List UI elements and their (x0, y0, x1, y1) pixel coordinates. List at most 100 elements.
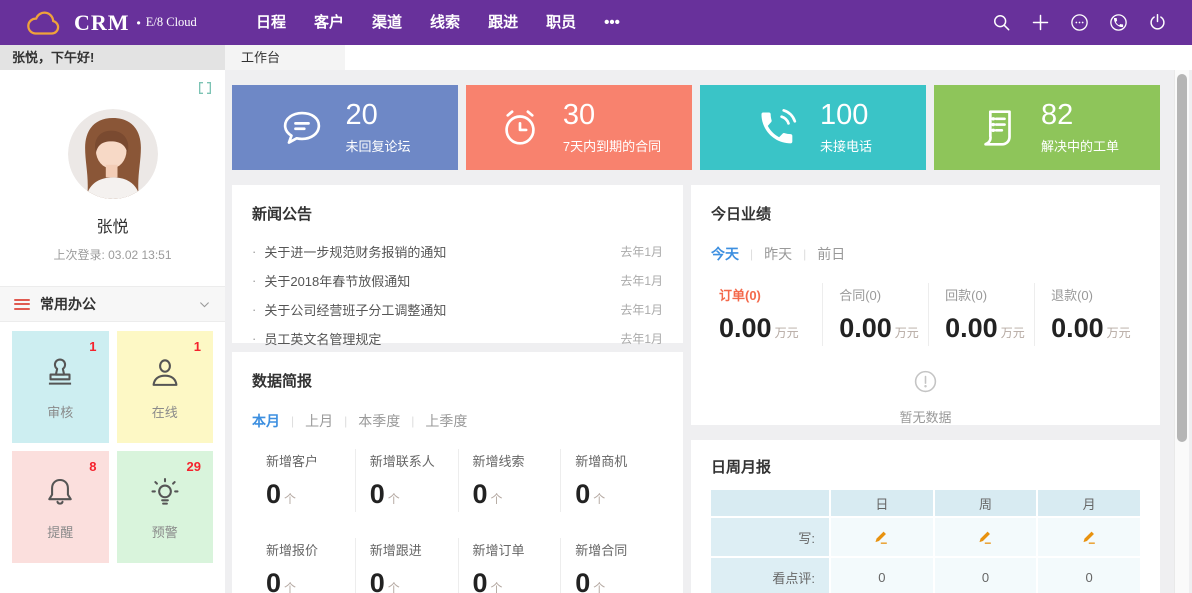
sidebar-section-common-office[interactable]: 常用办公 (0, 286, 225, 322)
metric-label: 新增合同 (575, 540, 663, 559)
bullet: · (252, 244, 256, 259)
report-cell-write-week (935, 518, 1037, 556)
report-header-week: 周 (935, 490, 1037, 516)
perf-value: 0.00万元 (719, 313, 822, 344)
stat-text: 82 解决中的工单 (1041, 100, 1119, 155)
perf-label: 回款(0) (945, 285, 1034, 304)
stat-card-open-tickets[interactable]: 82 解决中的工单 (934, 85, 1160, 170)
news-item[interactable]: · 员工英文名管理规定 去年1月 (252, 324, 663, 353)
pencil-icon[interactable] (873, 529, 890, 546)
bullet: · (252, 331, 256, 346)
nav-item-staff[interactable]: 职员 (532, 0, 590, 45)
tile-audit[interactable]: 1 审核 (12, 331, 109, 443)
metric-value: 0个 (266, 479, 355, 510)
bulb-icon (146, 474, 184, 512)
news-title: 新闻公告 (252, 203, 663, 224)
report-cell-write-day (831, 518, 933, 556)
tab-separator: | (803, 247, 806, 261)
exclamation-circle-icon (912, 368, 939, 395)
brief-title: 数据简报 (252, 370, 663, 391)
section-title: 常用办公 (40, 294, 96, 314)
main-content: 20 未回复论坛 30 7天内到期的合同 (225, 70, 1192, 593)
pencil-icon[interactable] (977, 529, 994, 546)
power-icon[interactable] (1147, 12, 1168, 33)
stamp-icon (41, 354, 79, 392)
empty-state: 暂无数据 (711, 368, 1140, 426)
news-item-text: 关于公司经营班子分工调整通知 (264, 300, 446, 319)
stat-label: 7天内到期的合同 (563, 136, 661, 155)
metric-value: 0个 (473, 479, 561, 510)
news-item[interactable]: · 关于进一步规范财务报销的通知 去年1月 (252, 237, 663, 266)
tab-last-quarter[interactable]: 上季度 (425, 411, 467, 431)
nav-item-followup[interactable]: 跟进 (474, 0, 532, 45)
alarm-icon (497, 105, 543, 151)
stat-text: 20 未回复论坛 (345, 100, 410, 155)
tab-separator: | (344, 414, 347, 428)
more-circle-icon[interactable] (1069, 12, 1090, 33)
metric-label: 新增跟进 (370, 540, 458, 559)
metric-new-followups: 新增跟进 0个 (355, 538, 458, 593)
tab-yesterday[interactable]: 昨天 (764, 244, 792, 264)
pencil-icon[interactable] (1081, 529, 1098, 546)
nav-item-leads[interactable]: 线索 (416, 0, 474, 45)
perf-value: 0.00万元 (945, 313, 1034, 344)
stat-value: 20 (345, 100, 410, 132)
search-icon[interactable] (991, 12, 1012, 33)
tab-day-before[interactable]: 前日 (817, 244, 845, 264)
tile-badge: 1 (89, 339, 96, 354)
avatar (68, 109, 158, 199)
tile-badge: 1 (194, 339, 201, 354)
news-card: 新闻公告 · 关于进一步规范财务报销的通知 去年1月 · 关于2018年春节放假… (232, 185, 683, 343)
tab-last-month[interactable]: 上月 (305, 411, 333, 431)
metric-value: 0个 (575, 568, 663, 593)
news-item-date: 去年1月 (620, 330, 663, 347)
tile-online[interactable]: 1 在线 (117, 331, 214, 443)
perf-label: 订单(0) (719, 285, 822, 304)
plus-icon[interactable] (1030, 12, 1051, 33)
stat-label: 未接电话 (820, 136, 872, 155)
metric-label: 新增报价 (266, 540, 355, 559)
metric-new-contacts: 新增联系人 0个 (355, 449, 458, 512)
brief-grid: 新增客户 0个 新增联系人 0个 新增线索 0个 新增商机 (252, 449, 663, 593)
metric-value: 0个 (473, 568, 561, 593)
report-header-month: 月 (1038, 490, 1140, 516)
scrollbar-thumb[interactable] (1177, 74, 1187, 442)
news-item-date: 去年1月 (620, 301, 663, 318)
tab-today[interactable]: 今天 (711, 244, 739, 264)
tile-reminder[interactable]: 8 提醒 (12, 451, 109, 563)
news-item[interactable]: · 关于公司经营班子分工调整通知 去年1月 (252, 295, 663, 324)
perf-label: 合同(0) (839, 285, 928, 304)
news-item[interactable]: · 关于2018年春节放假通知 去年1月 (252, 266, 663, 295)
news-item-text: 员工英文名管理规定 (264, 329, 381, 348)
stat-card-contracts-due[interactable]: 30 7天内到期的合同 (466, 85, 692, 170)
menu-icon (14, 299, 30, 310)
nav-item-channels[interactable]: 渠道 (358, 0, 416, 45)
stat-cards-row: 20 未回复论坛 30 7天内到期的合同 (232, 85, 1160, 170)
nav-item-schedule[interactable]: 日程 (242, 0, 300, 45)
nav-item-customers[interactable]: 客户 (300, 0, 358, 45)
perf-refunds: 退款(0) 0.00万元 (1034, 283, 1140, 346)
report-cell-reviews-day: 0 (831, 558, 933, 593)
tab-separator: | (291, 414, 294, 428)
tab-workbench[interactable]: 工作台 (225, 45, 345, 70)
report-row-label-write: 写: (711, 518, 829, 556)
empty-text: 暂无数据 (711, 407, 1140, 426)
tile-alert[interactable]: 29 预警 (117, 451, 214, 563)
stat-card-missed-calls[interactable]: 100 未接电话 (700, 85, 926, 170)
tab-this-month[interactable]: 本月 (252, 411, 280, 431)
report-cell-reviews-month: 0 (1038, 558, 1140, 593)
metric-label: 新增线索 (473, 451, 561, 470)
performance-card: 今日业绩 今天 | 昨天 | 前日 订单(0) 0.00万元 (691, 185, 1160, 425)
phone-circle-icon[interactable] (1108, 12, 1129, 33)
metric-value: 0个 (370, 568, 458, 593)
metric-new-contracts: 新增合同 0个 (560, 538, 663, 593)
expand-layout-icon[interactable] (197, 80, 213, 96)
perf-value: 0.00万元 (839, 313, 928, 344)
stat-card-forum[interactable]: 20 未回复论坛 (232, 85, 458, 170)
scrollbar-track[interactable] (1174, 70, 1189, 593)
metric-new-leads: 新增线索 0个 (458, 449, 561, 512)
report-cell-reviews-week: 0 (935, 558, 1037, 593)
nav-item-more[interactable]: ••• (590, 0, 634, 45)
quick-tiles: 1 审核 1 在线 8 (0, 322, 225, 572)
tab-this-quarter[interactable]: 本季度 (358, 411, 400, 431)
